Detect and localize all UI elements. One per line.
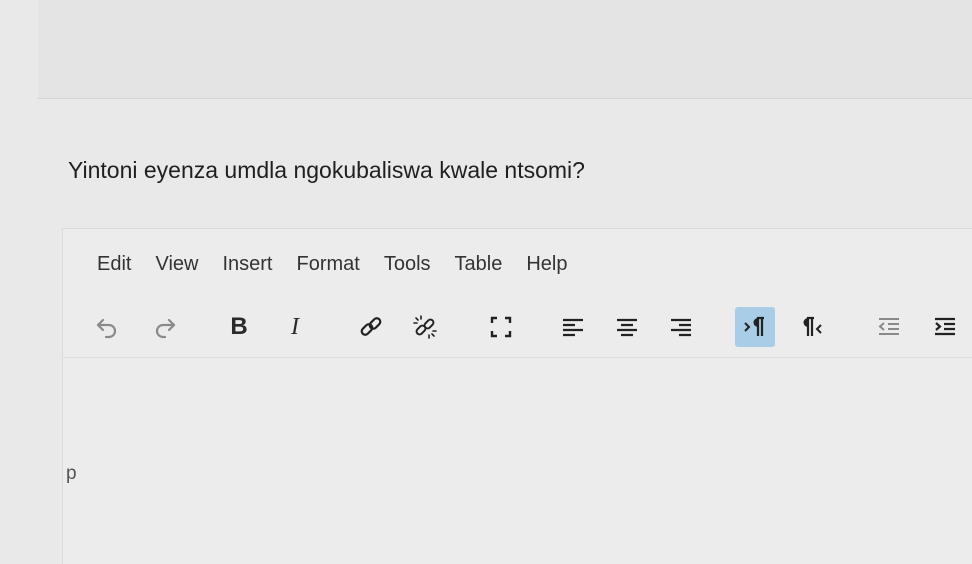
indent-icon xyxy=(935,317,955,336)
previous-question-panel xyxy=(38,0,972,99)
link-icon xyxy=(360,317,382,336)
italic-button[interactable]: I xyxy=(275,307,315,347)
menu-edit[interactable]: Edit xyxy=(97,253,131,276)
editor-content-area[interactable] xyxy=(63,357,972,558)
align-left-icon xyxy=(563,318,583,337)
menu-table[interactable]: Table xyxy=(455,253,503,276)
insert-link-button[interactable] xyxy=(351,307,391,347)
outdent-icon xyxy=(878,318,899,335)
menu-format[interactable]: Format xyxy=(297,253,360,276)
unlink-icon xyxy=(413,315,437,339)
bold-button[interactable]: B xyxy=(219,307,259,347)
undo-button[interactable] xyxy=(87,307,127,347)
menu-insert[interactable]: Insert xyxy=(222,253,272,276)
indent-button[interactable] xyxy=(925,307,965,347)
align-right-button[interactable] xyxy=(661,307,701,347)
align-left-button[interactable] xyxy=(553,307,593,347)
element-path[interactable]: p xyxy=(66,463,77,485)
editor-toolbar: B I xyxy=(63,305,972,349)
menu-help[interactable]: Help xyxy=(526,253,567,276)
question-text: Yintoni eyenza umdla ngokubaliswa kwale … xyxy=(68,157,585,183)
align-center-button[interactable] xyxy=(607,307,647,347)
align-right-icon xyxy=(671,318,691,337)
redo-icon xyxy=(155,318,176,339)
editor-menubar: Edit View Insert Format Tools Table Help xyxy=(97,253,592,276)
outdent-button[interactable] xyxy=(869,307,909,347)
bold-label: B xyxy=(230,313,248,340)
align-center-icon xyxy=(617,318,637,337)
ltr-icon xyxy=(744,316,764,336)
ltr-button[interactable] xyxy=(735,307,775,347)
fullscreen-button[interactable] xyxy=(481,307,521,347)
undo-icon xyxy=(96,318,117,339)
menu-tools[interactable]: Tools xyxy=(384,253,431,276)
redo-button[interactable] xyxy=(145,307,185,347)
rtl-icon xyxy=(803,316,822,336)
remove-link-button[interactable] xyxy=(405,307,445,347)
rtl-button[interactable] xyxy=(791,307,831,347)
italic-label: I xyxy=(291,313,299,340)
fullscreen-icon xyxy=(490,316,512,338)
rich-text-editor: Edit View Insert Format Tools Table Help… xyxy=(62,228,972,564)
menu-view[interactable]: View xyxy=(155,253,198,276)
